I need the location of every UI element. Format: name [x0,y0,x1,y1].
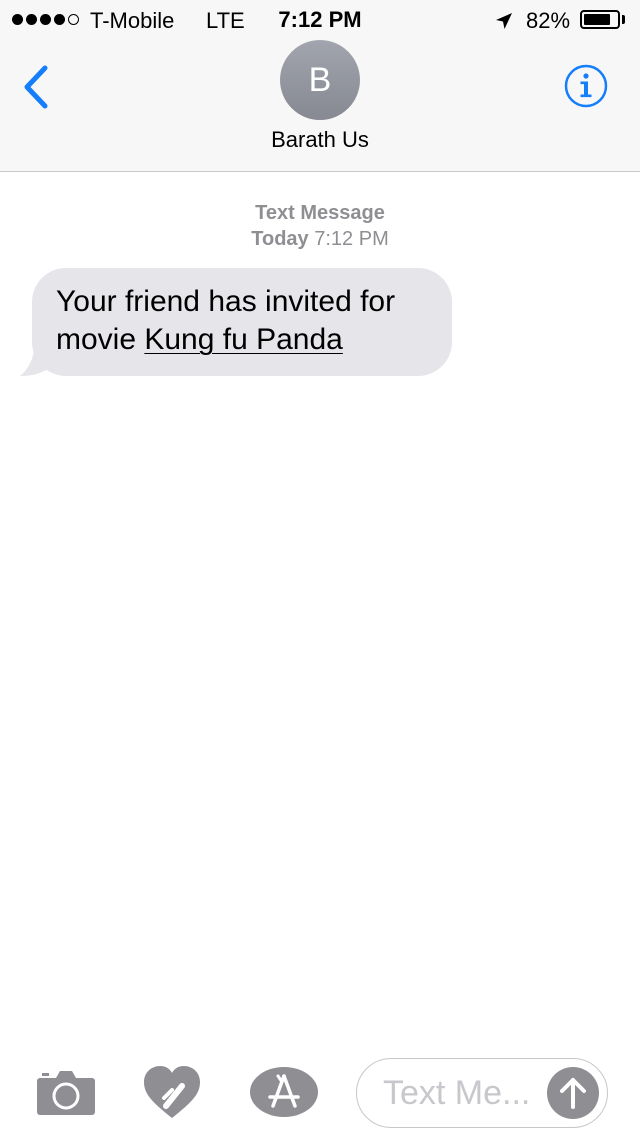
chevron-left-icon [24,65,48,109]
app-store-button[interactable] [249,1066,319,1118]
contact-name[interactable]: Barath Us [0,127,640,153]
arrow-up-icon [560,1078,586,1109]
messages-screen: T-Mobile LTE 7:12 PM 82% B Barath Us Tex… [0,0,640,1136]
battery-percentage: 82% [526,8,571,33]
back-button[interactable] [18,64,58,110]
message-link[interactable]: Kung fu Panda [144,323,343,356]
app-store-icon [250,1067,318,1117]
message-bubble[interactable]: Your friend has invited for movie Kung f… [32,268,452,376]
digital-touch-button[interactable] [142,1064,202,1120]
conversation-header: B Barath Us [0,40,640,172]
service-label: Text Message [255,202,385,224]
time-label: 7:12 PM [314,228,389,250]
contact-avatar[interactable]: B [280,40,360,120]
message-input[interactable]: Text Me... [356,1058,608,1128]
incoming-message: Your friend has invited for movie Kung f… [20,268,452,376]
send-button[interactable] [547,1067,599,1119]
message-input-placeholder: Text Me... [383,1074,531,1112]
location-arrow-icon [494,11,514,37]
date-label: Today [251,228,309,250]
info-icon [564,64,608,108]
battery-icon [580,10,620,29]
camera-icon [37,1071,95,1115]
info-button[interactable] [564,64,608,108]
battery-tip [622,15,625,24]
compose-toolbar: Text Me... [0,1052,640,1136]
status-bar: T-Mobile LTE 7:12 PM 82% [0,0,640,40]
camera-button[interactable] [36,1068,96,1116]
message-timestamp: Text Message Today 7:12 PM [0,200,640,252]
heart-touch-icon [144,1066,200,1118]
